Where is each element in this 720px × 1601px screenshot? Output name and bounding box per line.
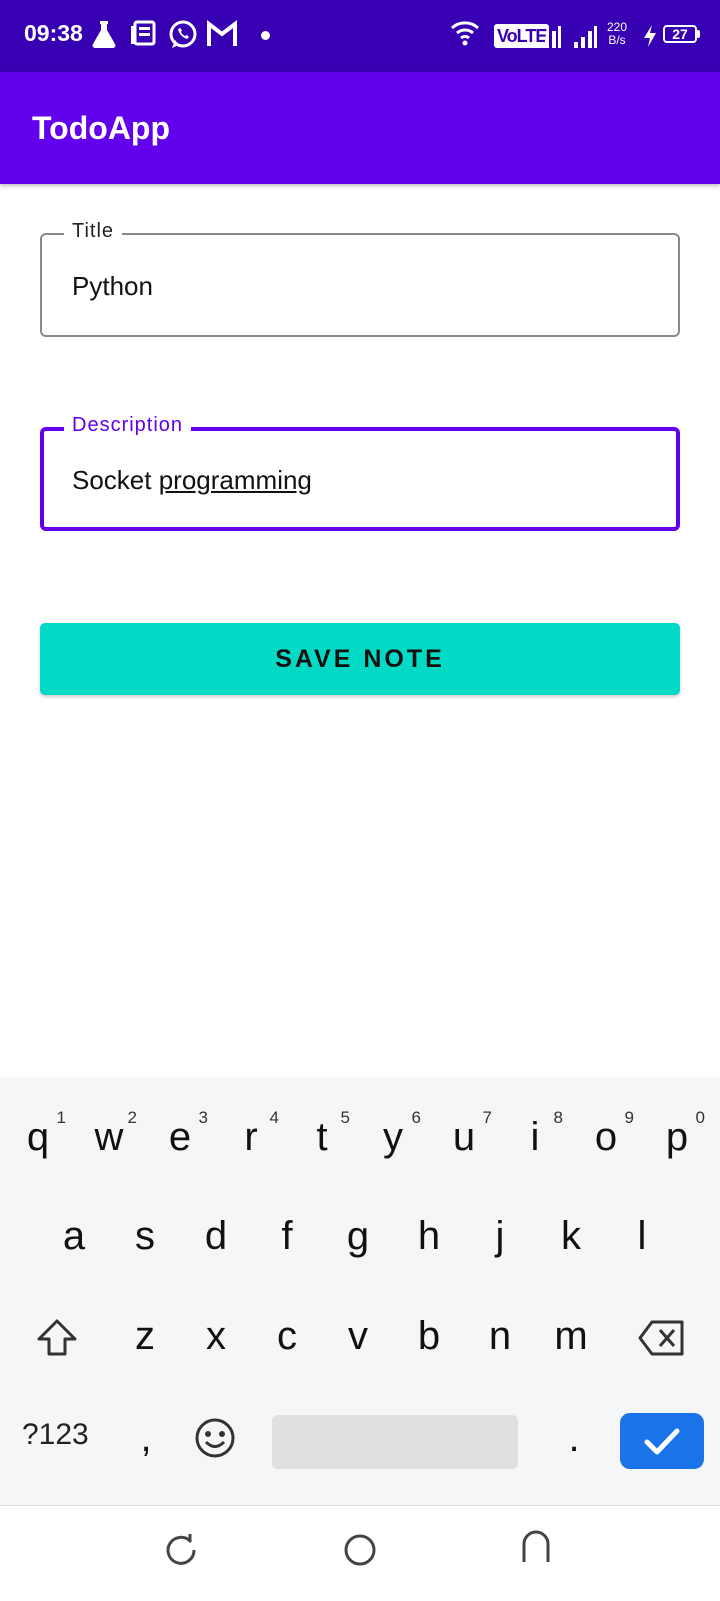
comma-key[interactable]: ,	[116, 1398, 176, 1478]
description-field[interactable]: Description Socket programming	[40, 414, 680, 531]
back-icon[interactable]	[164, 1532, 200, 1568]
enter-key[interactable]	[620, 1413, 704, 1469]
key-m[interactable]: m	[541, 1296, 601, 1376]
navigation-bar	[0, 1505, 720, 1601]
key-label: w	[94, 1115, 124, 1159]
key-hint: 2	[127, 1108, 137, 1127]
key-w[interactable]: w2	[79, 1097, 139, 1177]
description-field-label: Description	[64, 414, 192, 437]
signal-icon	[538, 26, 561, 48]
key-hint: 4	[269, 1108, 279, 1127]
key-label: q	[26, 1115, 50, 1159]
app-bar: TodoApp	[0, 72, 720, 184]
wifi-icon	[450, 21, 480, 46]
key-o[interactable]: o9	[576, 1097, 636, 1177]
key-label: i	[530, 1115, 540, 1159]
title-field[interactable]: Title Python	[40, 220, 680, 337]
key-label: p	[665, 1115, 689, 1159]
title-field-label: Title	[64, 220, 123, 243]
key-p[interactable]: p0	[647, 1097, 707, 1177]
key-b[interactable]: b	[399, 1296, 459, 1376]
description-word-programming: programming	[158, 465, 312, 495]
shift-icon	[37, 1319, 77, 1356]
key-label: t	[316, 1115, 328, 1159]
whatsapp-icon	[169, 20, 197, 48]
key-h[interactable]: h	[399, 1196, 459, 1276]
speed-unit: B/s	[608, 33, 626, 47]
key-hint: 7	[482, 1108, 492, 1127]
home-icon[interactable]	[342, 1532, 378, 1568]
backspace-key[interactable]	[632, 1298, 692, 1378]
key-hint: 5	[340, 1108, 350, 1127]
key-d[interactable]: d	[186, 1196, 246, 1276]
key-j[interactable]: j	[470, 1196, 530, 1276]
signal-icon	[574, 26, 597, 48]
key-hint: 1	[56, 1108, 66, 1127]
key-i[interactable]: i8	[505, 1097, 565, 1177]
key-e[interactable]: e3	[150, 1097, 210, 1177]
key-k[interactable]: k	[541, 1196, 601, 1276]
key-a[interactable]: a	[44, 1196, 104, 1276]
checkmark-icon	[644, 1428, 680, 1455]
title-field-value[interactable]: Python	[72, 271, 153, 302]
key-label: y	[383, 1115, 403, 1159]
key-s[interactable]: s	[115, 1196, 175, 1276]
key-hint: 3	[198, 1108, 208, 1127]
flask-icon	[92, 21, 116, 48]
key-label: u	[452, 1115, 476, 1159]
key-hint: 6	[411, 1108, 421, 1127]
status-bar: 09:38 VoLTE 220 B/s 27	[0, 0, 720, 72]
symbols-key[interactable]: ?123	[22, 1418, 89, 1452]
key-r[interactable]: r4	[221, 1097, 281, 1177]
period-key[interactable]: .	[544, 1398, 604, 1478]
status-time: 09:38	[24, 20, 83, 46]
battery-tip	[697, 30, 700, 38]
key-v[interactable]: v	[328, 1296, 388, 1376]
description-word-socket: Socket	[72, 465, 159, 495]
emoji-key[interactable]	[185, 1398, 245, 1478]
charging-icon	[644, 25, 656, 47]
key-f[interactable]: f	[257, 1196, 317, 1276]
key-hint: 0	[695, 1108, 705, 1127]
app-title: TodoApp	[32, 110, 171, 146]
key-z[interactable]: z	[115, 1296, 175, 1376]
key-u[interactable]: u7	[434, 1097, 494, 1177]
key-l[interactable]: l	[612, 1196, 672, 1276]
save-note-button[interactable]: SAVE NOTE	[40, 623, 680, 695]
key-hint: 9	[624, 1108, 634, 1127]
key-g[interactable]: g	[328, 1196, 388, 1276]
dot-icon	[261, 31, 270, 40]
emoji-icon	[195, 1418, 235, 1458]
recents-icon[interactable]	[518, 1530, 554, 1566]
key-t[interactable]: t5	[292, 1097, 352, 1177]
battery-icon: 27	[663, 25, 697, 43]
key-hint: 8	[553, 1108, 563, 1127]
key-c[interactable]: c	[257, 1296, 317, 1376]
news-icon	[131, 20, 156, 46]
key-label: r	[244, 1115, 258, 1159]
key-x[interactable]: x	[186, 1296, 246, 1376]
network-speed: 220 B/s	[607, 21, 627, 47]
backspace-icon	[638, 1320, 684, 1356]
description-field-value[interactable]: Socket programming	[72, 465, 312, 496]
key-n[interactable]: n	[470, 1296, 530, 1376]
key-q[interactable]: q1	[8, 1097, 68, 1177]
key-label: o	[594, 1115, 618, 1159]
key-label: e	[168, 1115, 192, 1159]
space-key[interactable]	[272, 1415, 518, 1469]
key-y[interactable]: y6	[363, 1097, 423, 1177]
gmail-icon	[207, 19, 237, 46]
shift-key[interactable]	[27, 1298, 87, 1378]
